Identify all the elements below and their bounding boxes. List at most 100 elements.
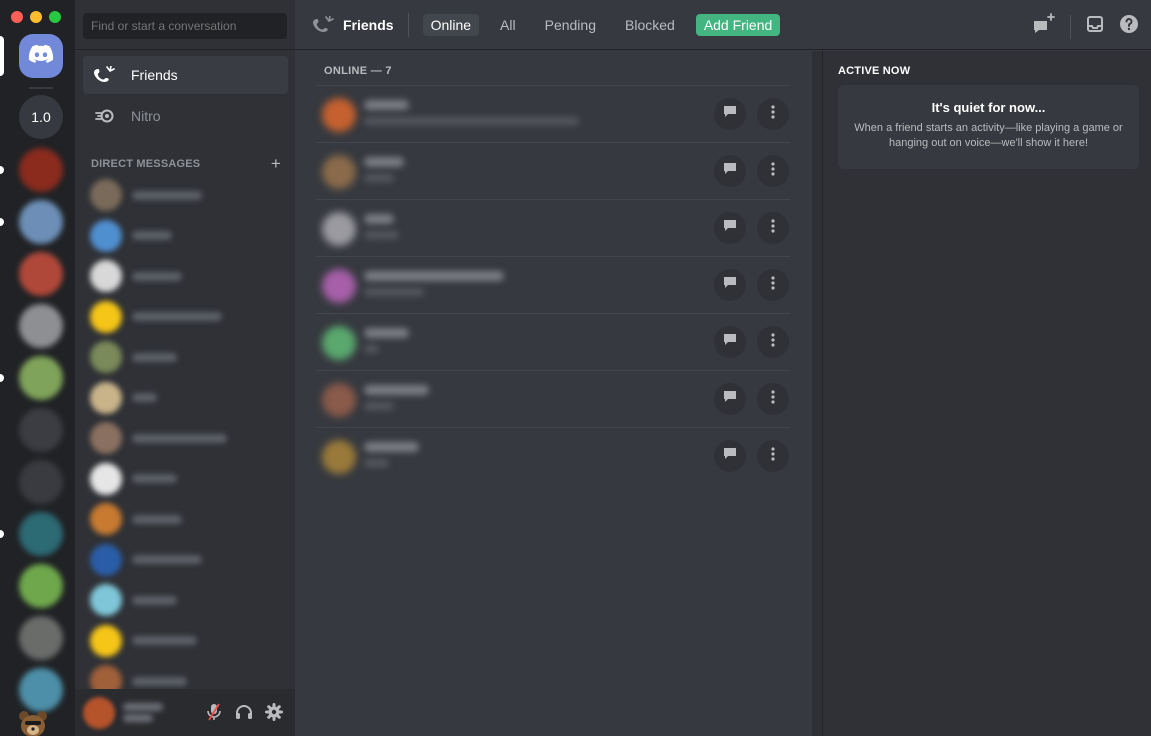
message-button[interactable] — [714, 212, 746, 244]
more-options-icon — [771, 218, 775, 238]
dm-avatar — [90, 260, 122, 292]
friend-status-redacted — [364, 231, 399, 239]
friend-avatar — [322, 383, 356, 417]
server-icon[interactable] — [19, 304, 63, 348]
add-friend-button[interactable]: Add Friend — [695, 13, 781, 36]
sidebar-item-label: Nitro — [131, 108, 161, 124]
home-button[interactable] — [19, 34, 63, 78]
friend-row[interactable] — [316, 256, 790, 313]
message-button[interactable] — [714, 98, 746, 130]
server-icon[interactable] — [19, 408, 63, 452]
dm-name-redacted — [132, 514, 182, 524]
dm-list-item[interactable] — [86, 297, 286, 337]
more-options-icon — [771, 389, 775, 409]
more-options-icon — [771, 161, 775, 181]
more-options-button[interactable] — [757, 269, 789, 301]
help-icon[interactable] — [1119, 14, 1139, 39]
message-icon — [723, 276, 737, 294]
dm-name-redacted — [132, 433, 227, 443]
close-window-button[interactable] — [11, 11, 23, 23]
server-icon[interactable] — [19, 460, 63, 504]
page-title-text: Friends — [343, 16, 394, 33]
dm-list-item[interactable] — [86, 337, 286, 377]
tab-online[interactable]: Online — [422, 13, 480, 36]
message-icon — [723, 390, 737, 408]
friend-row[interactable] — [316, 427, 790, 484]
sidebar-item-nitro[interactable]: Nitro — [83, 97, 288, 135]
friend-row[interactable] — [316, 199, 790, 256]
friend-name-redacted — [364, 328, 409, 338]
selected-indicator — [0, 36, 4, 76]
server-icon[interactable] — [19, 564, 63, 608]
settings-gear-icon[interactable] — [265, 703, 283, 721]
friend-name-redacted — [364, 214, 394, 224]
message-button[interactable] — [714, 440, 746, 472]
dm-avatar — [90, 422, 122, 454]
dm-name-redacted — [132, 595, 177, 605]
server-icon[interactable] — [19, 252, 63, 296]
dm-list-item[interactable] — [86, 499, 286, 539]
message-button[interactable] — [714, 383, 746, 415]
friend-row[interactable] — [316, 313, 790, 370]
page-title: Friends — [313, 15, 394, 34]
dm-name-redacted — [132, 474, 177, 483]
sidebar-item-friends[interactable]: Friends — [83, 56, 288, 94]
server-icon[interactable] — [19, 148, 63, 192]
dm-list-item[interactable] — [86, 540, 286, 580]
dm-list-item[interactable] — [86, 580, 286, 620]
search-conversations-input[interactable] — [83, 13, 287, 39]
more-options-button[interactable] — [757, 383, 789, 415]
create-dm-button[interactable]: + — [271, 154, 281, 174]
server-icon[interactable] — [19, 356, 63, 400]
zoom-window-button[interactable] — [49, 11, 61, 23]
server-icon[interactable] — [19, 668, 63, 712]
new-group-dm-icon[interactable] — [1032, 13, 1056, 40]
server-icon[interactable] — [19, 616, 63, 660]
friend-avatar — [322, 269, 356, 303]
inbox-icon[interactable] — [1085, 14, 1105, 39]
friend-row[interactable] — [316, 142, 790, 199]
dm-list-item[interactable] — [86, 418, 286, 458]
more-options-icon — [771, 332, 775, 352]
message-button[interactable] — [714, 326, 746, 358]
dm-list-item[interactable] — [86, 378, 286, 418]
message-button[interactable] — [714, 155, 746, 187]
mute-mic-icon[interactable] — [205, 703, 223, 721]
tab-pending[interactable]: Pending — [537, 14, 604, 36]
headphones-icon[interactable] — [235, 703, 253, 721]
friend-status-redacted — [364, 117, 579, 125]
more-options-button[interactable] — [757, 326, 789, 358]
tab-all[interactable]: All — [492, 14, 524, 36]
message-button[interactable] — [714, 269, 746, 301]
more-options-button[interactable] — [757, 212, 789, 244]
friend-status-redacted — [364, 174, 394, 182]
friend-avatar — [322, 440, 356, 474]
sidebar-item-label: Friends — [131, 67, 178, 83]
friend-avatar — [322, 98, 356, 132]
friend-row[interactable] — [316, 85, 790, 142]
dm-avatar — [90, 381, 122, 414]
dm-name-redacted — [132, 231, 172, 240]
more-options-button[interactable] — [757, 98, 789, 130]
minimize-window-button[interactable] — [30, 11, 42, 23]
friends-wave-icon — [313, 15, 335, 34]
message-icon — [723, 447, 737, 465]
server-icon[interactable] — [19, 200, 63, 244]
dm-list-item[interactable] — [86, 256, 286, 296]
dm-list-item[interactable] — [86, 459, 286, 499]
version-server-button[interactable]: 1.0 — [19, 95, 63, 139]
tab-blocked[interactable]: Blocked — [617, 14, 683, 36]
dm-list-item[interactable] — [86, 216, 286, 256]
user-name-redacted — [123, 700, 183, 725]
dm-name-redacted — [132, 190, 202, 200]
friend-name-redacted — [364, 100, 409, 110]
user-avatar[interactable] — [83, 696, 115, 729]
more-options-button[interactable] — [757, 155, 789, 187]
dm-list-item[interactable] — [86, 621, 286, 661]
server-icon[interactable] — [19, 512, 63, 556]
scroll-gutter — [812, 51, 822, 736]
friend-status-redacted — [364, 459, 389, 467]
friend-row[interactable] — [316, 370, 790, 427]
more-options-button[interactable] — [757, 440, 789, 472]
dm-list-item[interactable] — [86, 175, 286, 215]
